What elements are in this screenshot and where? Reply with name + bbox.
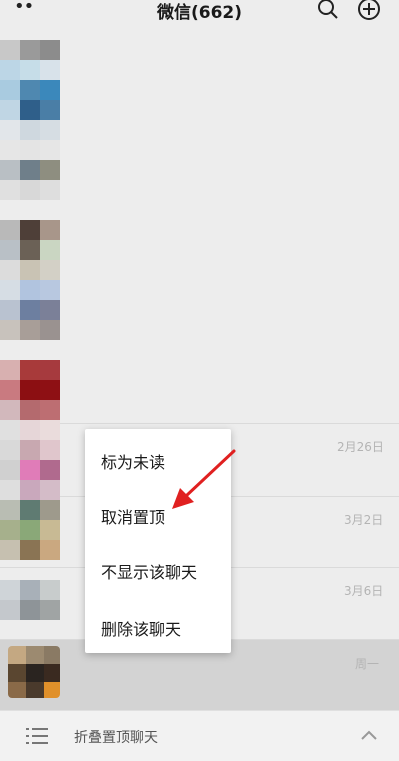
- chat-time: 3月6日: [344, 584, 384, 598]
- collapse-pinned-label: 折叠置顶聊天: [74, 730, 158, 746]
- avatar[interactable]: [0, 40, 60, 140]
- menu-item-hide-chat[interactable]: 不显示该聊天: [101, 559, 197, 583]
- list-icon: [26, 728, 48, 744]
- search-icon[interactable]: [316, 0, 340, 21]
- chat-time: 2月26日: [337, 440, 384, 454]
- chat-time: 3月2日: [344, 513, 384, 527]
- menu-item-delete-chat[interactable]: 删除该聊天: [101, 616, 181, 640]
- menu-item-unpin[interactable]: 取消置顶: [101, 504, 165, 528]
- avatar[interactable]: [0, 140, 60, 200]
- menu-item-mark-unread[interactable]: 标为未读: [101, 449, 165, 473]
- title-bar: •• 微信(662): [0, 0, 399, 23]
- chevron-up-icon[interactable]: [360, 728, 378, 742]
- chat-time: 周一: [355, 657, 380, 671]
- collapse-pinned-bar[interactable]: 折叠置顶聊天: [0, 710, 399, 761]
- avatar[interactable]: [0, 580, 60, 620]
- avatar[interactable]: [0, 360, 60, 420]
- plus-circle-icon[interactable]: [357, 0, 381, 21]
- avatar[interactable]: [0, 220, 60, 340]
- avatar[interactable]: [8, 646, 60, 698]
- avatar[interactable]: [0, 420, 60, 560]
- context-menu: 标为未读 取消置顶 不显示该聊天 删除该聊天: [85, 429, 231, 653]
